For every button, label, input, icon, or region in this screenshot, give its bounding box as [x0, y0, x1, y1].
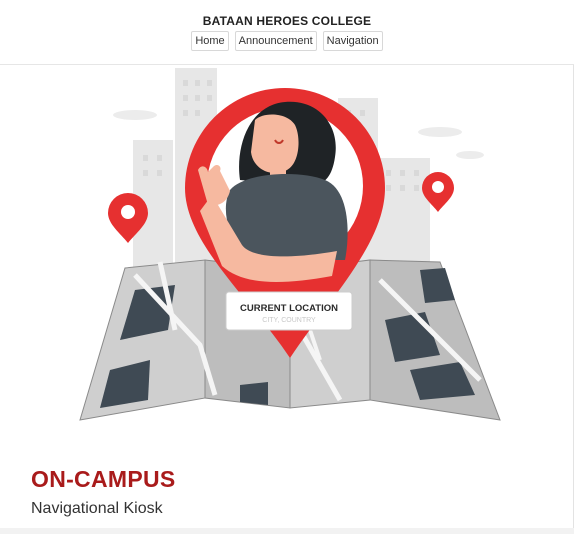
current-location-card: CURRENT LOCATION CITY, COUNTRY	[225, 291, 353, 331]
site-title: BATAAN HEROES COLLEGE	[202, 14, 372, 28]
site-header: BATAAN HEROES COLLEGE Home Announcement …	[0, 0, 574, 65]
bottom-bar	[0, 528, 574, 534]
page-title: ON-CAMPUS	[31, 466, 176, 492]
nav-home-button[interactable]: Home	[191, 31, 229, 51]
main-nav: Home Announcement Navigation	[0, 31, 574, 51]
current-location-illustration: CURRENT LOCATION CITY, COUNTRY	[79, 68, 501, 421]
nav-navigation-button[interactable]: Navigation	[322, 31, 383, 51]
page-subtitle: Navigational Kiosk	[31, 500, 163, 517]
location-card-title: CURRENT LOCATION	[240, 303, 338, 314]
location-card-subtitle: CITY, COUNTRY	[262, 317, 316, 324]
nav-announcement-button[interactable]: Announcement	[234, 31, 317, 51]
